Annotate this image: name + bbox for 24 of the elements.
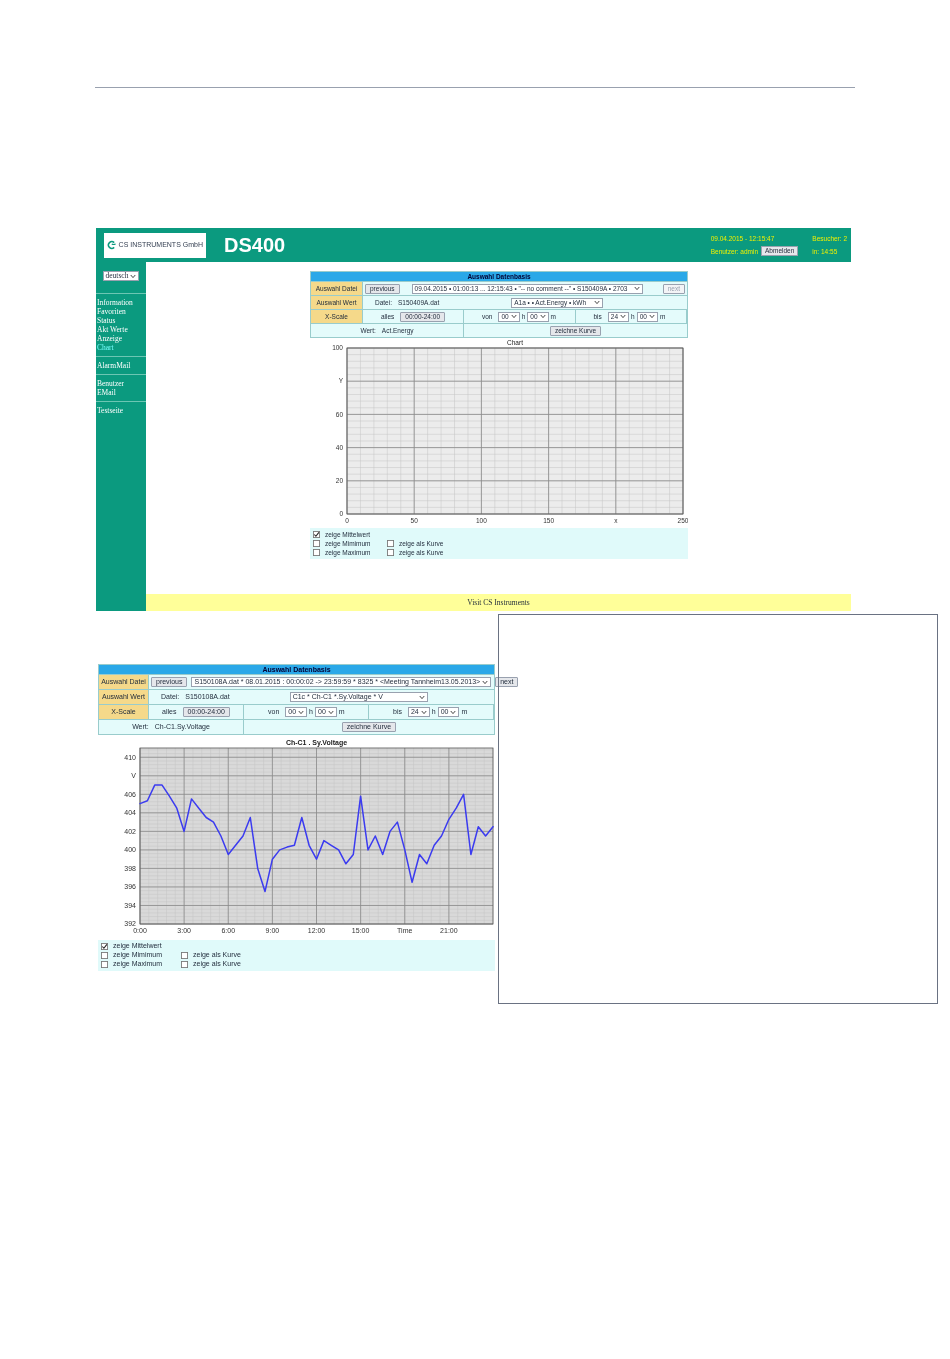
checkbox[interactable] [313,531,320,538]
checkbox[interactable] [313,540,320,547]
chevron-down-icon [648,314,655,319]
checkbox[interactable] [313,549,320,556]
chevron-down-icon [327,709,334,715]
app-title: DS400 [224,235,286,255]
chevron-down-icon [482,679,489,685]
chevron-down-icon [594,300,601,305]
checkbox[interactable] [101,952,108,959]
chevron-down-icon [298,709,305,715]
chevron-down-icon [620,314,627,319]
chevron-down-icon [633,286,640,291]
chevron-down-icon [510,314,517,319]
chevron-down-icon [130,273,137,279]
chevron-down-icon [450,709,457,715]
chevron-down-icon [418,694,425,700]
checkbox[interactable] [387,540,394,547]
checkbox[interactable] [101,943,108,950]
checkbox[interactable] [387,549,394,556]
checkbox[interactable] [181,961,188,968]
checkbox[interactable] [101,961,108,968]
chevron-down-icon [420,709,427,715]
checkbox[interactable] [181,952,188,959]
chevron-down-icon [539,314,546,319]
